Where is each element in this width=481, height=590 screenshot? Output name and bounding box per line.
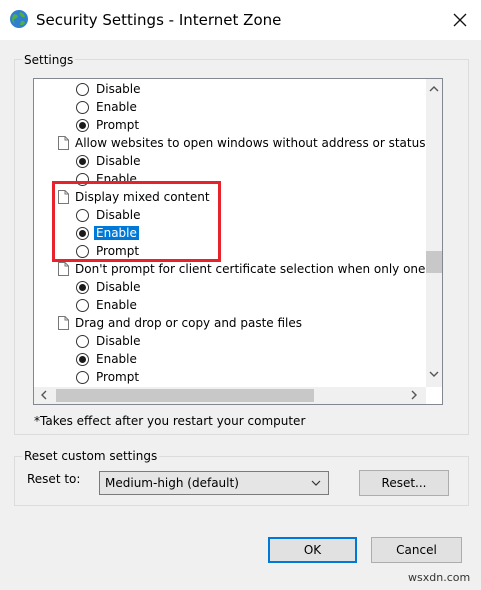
chevron-down-icon [429, 371, 439, 377]
scroll-right-button[interactable] [406, 387, 422, 403]
reset-group-label: Reset custom settings [22, 449, 160, 463]
vertical-scrollbar[interactable] [426, 79, 442, 387]
window-title: Security Settings - Internet Zone [36, 11, 282, 29]
ok-button[interactable]: OK [268, 537, 357, 563]
radio-label: Disable [96, 280, 141, 294]
globe-icon [10, 10, 28, 28]
radio-label: Prompt [96, 370, 140, 384]
radio-label: Enable [96, 298, 137, 312]
title-bar: Security Settings - Internet Zone [0, 0, 481, 40]
chevron-up-icon [429, 86, 439, 92]
chevron-down-icon [311, 480, 321, 486]
scroll-left-button[interactable] [36, 387, 52, 403]
setting-heading-label: Drag and drop or copy and paste files [75, 316, 303, 330]
close-button[interactable] [446, 6, 474, 34]
reset-level-value: Medium-high (default) [105, 476, 239, 490]
settings-group-label: Settings [22, 53, 76, 67]
restart-note: *Takes effect after you restart your com… [34, 414, 306, 428]
setting-heading-label: Don't prompt for client certificate sele… [75, 262, 426, 276]
radio-unchecked[interactable] [76, 100, 89, 114]
scroll-down-button[interactable] [426, 366, 442, 382]
radio-label: Disable [96, 154, 141, 168]
document-icon [58, 136, 69, 150]
radio-unchecked[interactable] [76, 334, 89, 348]
setting-heading: Allow websites to open windows without a… [58, 134, 426, 152]
scroll-up-button[interactable] [426, 81, 442, 97]
setting-radio-option[interactable]: Enable [76, 98, 137, 116]
radio-label: Enable [96, 100, 137, 114]
close-icon [453, 13, 467, 27]
radio-checked[interactable] [76, 118, 89, 132]
radio-label: Enable [96, 352, 137, 366]
setting-heading-label: Allow websites to open windows without a… [75, 136, 426, 150]
radio-label: Prompt [96, 118, 140, 132]
radio-checked[interactable] [76, 154, 89, 168]
radio-unchecked[interactable] [76, 82, 89, 96]
vertical-scroll-thumb[interactable] [426, 251, 442, 273]
radio-unchecked[interactable] [76, 298, 89, 312]
setting-radio-option[interactable]: Prompt [76, 368, 139, 386]
reset-level-select[interactable]: Medium-high (default) [99, 471, 329, 495]
document-icon [58, 262, 69, 276]
radio-label: Disable [96, 82, 141, 96]
setting-radio-option[interactable]: Disable [76, 80, 141, 98]
setting-radio-option[interactable]: Disable [76, 332, 141, 350]
chevron-right-icon [411, 390, 417, 400]
radio-label: Disable [96, 334, 141, 348]
horizontal-scroll-thumb[interactable] [56, 389, 314, 402]
reset-to-label: Reset to: [27, 472, 81, 486]
watermark-text: wsxdn.com [408, 571, 471, 584]
radio-checked[interactable] [76, 352, 89, 366]
chevron-left-icon [41, 390, 47, 400]
document-icon [58, 316, 69, 330]
setting-radio-option[interactable]: Disable [76, 152, 141, 170]
setting-heading: Drag and drop or copy and paste files [58, 314, 302, 332]
setting-radio-option[interactable]: Enable [76, 350, 137, 368]
radio-unchecked[interactable] [76, 370, 89, 384]
setting-radio-option[interactable]: Enable [76, 296, 137, 314]
setting-heading: Don't prompt for client certificate sele… [58, 260, 426, 278]
setting-radio-option[interactable]: Disable [76, 278, 141, 296]
cancel-button[interactable]: Cancel [371, 537, 462, 563]
reset-button[interactable]: Reset... [359, 470, 449, 496]
setting-radio-option[interactable]: Prompt [76, 116, 139, 134]
annotation-highlight-box [52, 181, 221, 262]
radio-checked[interactable] [76, 280, 89, 294]
